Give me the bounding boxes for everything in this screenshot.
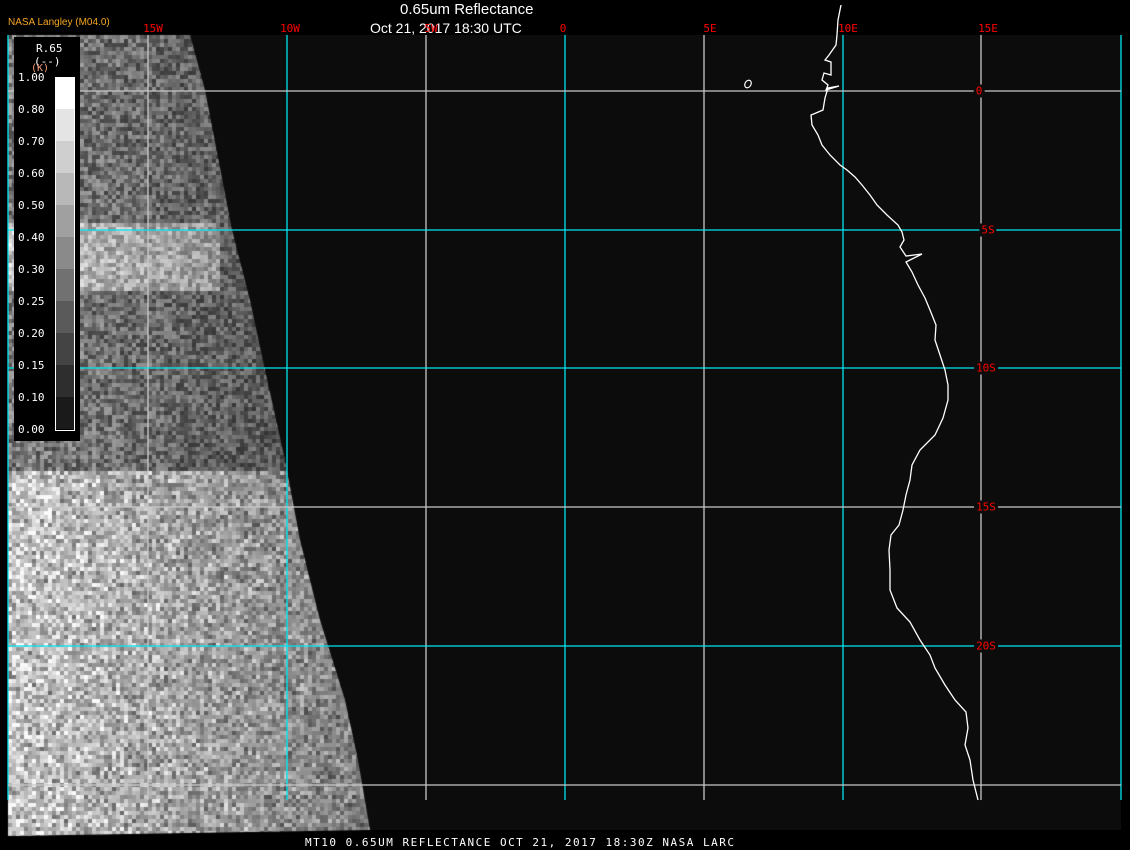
lon-label: 5W <box>424 22 438 35</box>
colorbar-value: 1.00 <box>18 71 45 84</box>
colorbar-frame <box>55 77 75 431</box>
lon-label: 10E <box>838 22 858 35</box>
image-timestamp: Oct 21, 2017 18:30 UTC <box>370 20 522 36</box>
image-title: 0.65um Reflectance <box>400 1 534 18</box>
lon-label: 5E <box>703 22 717 35</box>
colorbar-value: 0.15 <box>18 359 45 372</box>
colorbar-value: 0.50 <box>18 199 45 212</box>
lon-label: 0 <box>559 22 567 35</box>
map-grid <box>7 4 1122 801</box>
colorbar-value: 0.80 <box>18 103 45 116</box>
lat-label: 5S <box>979 223 997 237</box>
colorbar-legend: R.65 (--) (K) 1.00 0.80 0.70 0.60 0.50 0.40 0.… <box>14 37 80 441</box>
satellite-map-view: NASA Langley (M04.0) 0.65um Reflectance … <box>0 0 1130 850</box>
colorbar-title: R.65 <box>36 42 63 55</box>
colorbar-value: 0.10 <box>18 391 45 404</box>
colorbar-value: 0.30 <box>18 263 45 276</box>
colorbar-value: 0.00 <box>18 423 45 436</box>
lon-label: 15W <box>143 22 163 35</box>
brand-label: NASA Langley (M04.0) <box>8 17 110 28</box>
lon-label: 15E <box>978 22 998 35</box>
lat-label: 10S <box>974 361 998 375</box>
lon-label: 10W <box>280 22 300 35</box>
colorbar-value: 0.70 <box>18 135 45 148</box>
lat-label: 20S <box>974 639 998 653</box>
lat-label: 15S <box>974 500 998 514</box>
colorbar-value: 0.60 <box>18 167 45 180</box>
colorbar-value: 0.20 <box>18 327 45 340</box>
coastline <box>810 4 979 801</box>
lat-label: 0 <box>973 84 985 98</box>
footer-caption: MT10 0.65UM REFLECTANCE OCT 21, 2017 18:… <box>305 836 736 849</box>
colorbar-value: 0.25 <box>18 295 45 308</box>
island <box>744 79 752 89</box>
grid-lines <box>7 35 1122 800</box>
colorbar-value: 0.40 <box>18 231 45 244</box>
